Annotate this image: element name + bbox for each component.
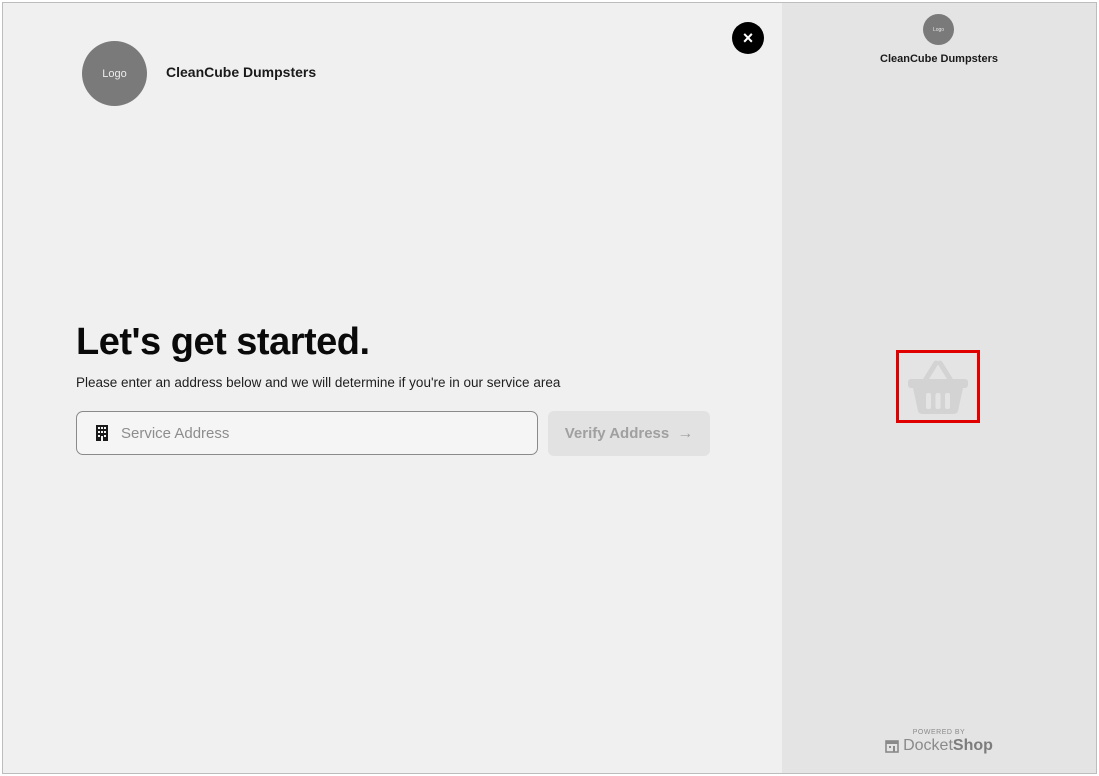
arrow-right-icon: → <box>677 424 694 442</box>
empty-cart-highlight <box>896 350 980 423</box>
shop-wordmark: Shop <box>952 737 993 754</box>
docket-wordmark: Docket <box>903 737 953 754</box>
page-subtitle: Please enter an address below and we wil… <box>76 375 561 390</box>
page-title: Let's get started. <box>76 321 370 363</box>
main-panel: Logo CleanCube Dumpsters × Let's get sta… <box>3 3 782 773</box>
cart-side-panel: Logo CleanCube Dumpsters POWERED BY Dock… <box>782 3 1096 773</box>
verify-address-button[interactable]: Verify Address → <box>548 411 710 456</box>
powered-by-label: POWERED BY <box>912 729 966 736</box>
docketshop-logo[interactable]: Docket Shop <box>782 737 1096 755</box>
building-icon <box>93 424 111 442</box>
service-address-input[interactable] <box>119 423 523 443</box>
side-brand-name: CleanCube Dumpsters <box>880 53 998 65</box>
brand-logo: Logo <box>82 41 147 106</box>
close-icon[interactable]: × <box>743 28 754 49</box>
service-address-field[interactable] <box>76 411 538 455</box>
brand-name: CleanCube Dumpsters <box>166 64 317 80</box>
store-icon <box>885 739 899 753</box>
side-brand-logo: Logo <box>923 14 954 45</box>
side-logo-label: Logo <box>932 26 945 33</box>
checkout-window: Logo CleanCube Dumpsters × Let's get sta… <box>2 2 1097 774</box>
verify-address-label: Verify Address <box>564 425 670 442</box>
close-button[interactable]: × <box>732 22 764 54</box>
logo-label: Logo <box>102 67 127 80</box>
basket-icon <box>908 360 968 414</box>
